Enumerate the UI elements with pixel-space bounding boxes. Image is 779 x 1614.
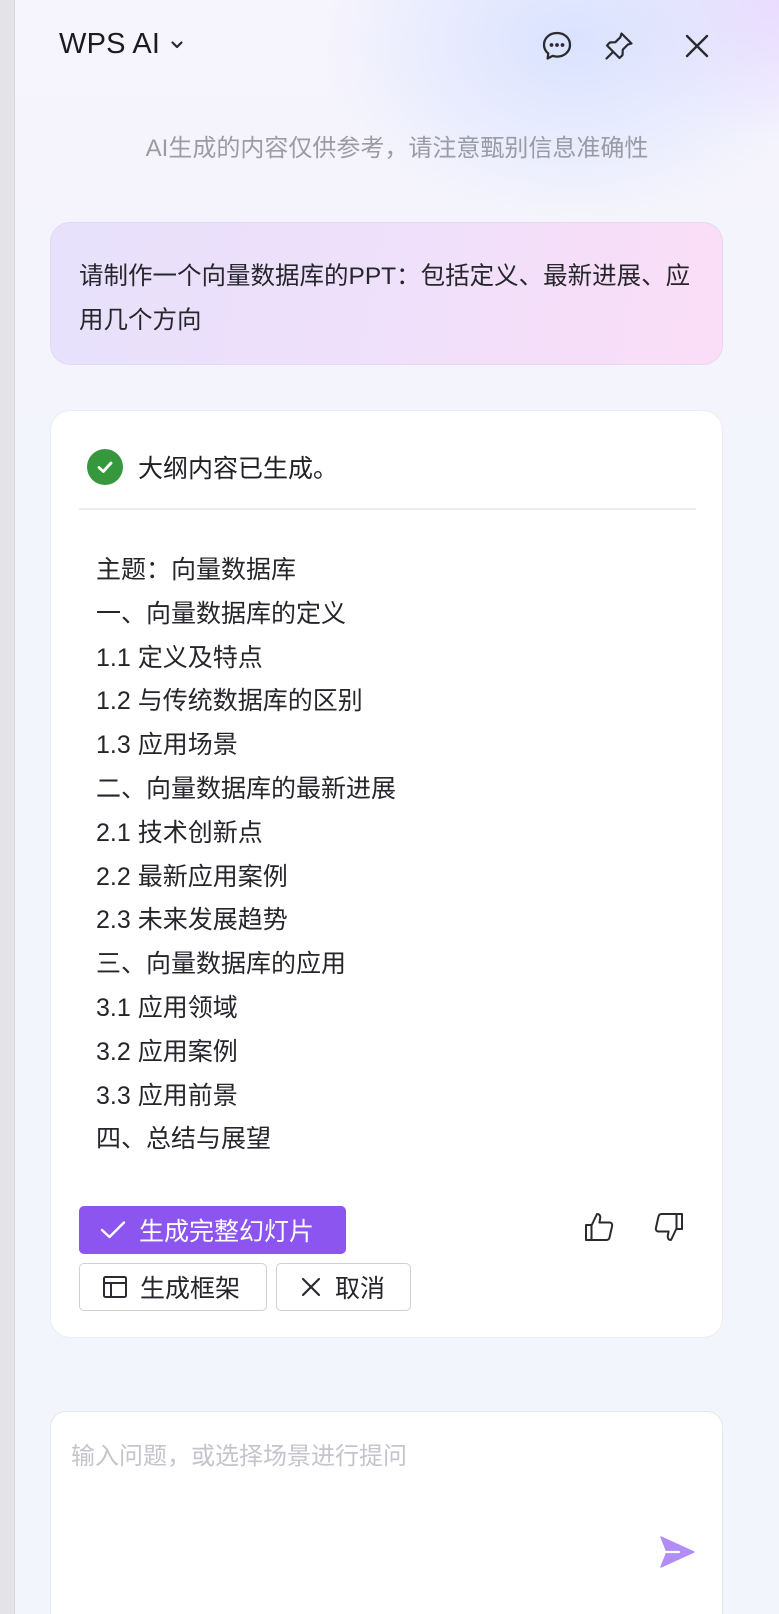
outline-item: 一、向量数据库的定义 <box>96 599 347 628</box>
generate-full-slides-button[interactable]: 生成完整幻灯片 <box>79 1206 346 1254</box>
outline-list: 主题：向量数据库 一、向量数据库的定义 1.1 定义及特点 1.2 与传统数据库… <box>96 549 396 1162</box>
thumbs-up-icon <box>582 1210 616 1249</box>
chevron-down-icon <box>170 38 184 52</box>
user-prompt-bubble: 请制作一个向量数据库的PPT：包括定义、最新进展、应用几个方向 <box>50 222 723 365</box>
generate-full-slides-label: 生成完整幻灯片 <box>139 1218 315 1246</box>
pin-button[interactable] <box>601 28 637 64</box>
outline-item: 2.1 技术创新点 <box>96 818 263 847</box>
layout-frame-icon <box>102 1275 128 1299</box>
generate-frame-label: 生成框架 <box>140 1275 241 1303</box>
app-title: WPS AI <box>59 28 161 60</box>
divider <box>79 508 696 510</box>
question-input[interactable] <box>69 1434 693 1558</box>
close-icon <box>299 1275 323 1299</box>
outline-item: 3.1 应用领域 <box>96 993 238 1022</box>
check-circle-icon <box>87 449 123 485</box>
chat-history-button[interactable] <box>539 28 575 64</box>
send-arrow-icon <box>657 1532 697 1577</box>
cancel-label: 取消 <box>335 1275 386 1303</box>
outline-item: 1.2 与传统数据库的区别 <box>96 687 363 716</box>
outline-item: 2.2 最新应用案例 <box>96 862 288 891</box>
thumbs-up-button[interactable] <box>579 1209 619 1249</box>
outline-response-card: 大纲内容已生成。 主题：向量数据库 一、向量数据库的定义 1.1 定义及特点 1… <box>50 410 723 1338</box>
close-button[interactable] <box>679 28 715 64</box>
outline-item: 二、向量数据库的最新进展 <box>96 774 397 803</box>
status-text: 大纲内容已生成。 <box>138 455 339 483</box>
cancel-button[interactable]: 取消 <box>276 1263 411 1311</box>
disclaimer-text: AI生成的内容仅供参考，请注意甄别信息准确性 <box>145 135 649 162</box>
user-prompt-text: 请制作一个向量数据库的PPT：包括定义、最新进展、应用几个方向 <box>79 263 691 334</box>
close-icon <box>682 31 712 61</box>
checkmark-icon <box>99 1219 127 1241</box>
chat-bubble-icon <box>540 29 574 63</box>
question-input-box <box>50 1411 723 1614</box>
outline-item: 主题：向量数据库 <box>96 556 297 584</box>
outline-item: 四、总结与展望 <box>96 1125 272 1154</box>
editor-edge-strip <box>0 0 15 1614</box>
thumbs-down-button[interactable] <box>649 1209 689 1249</box>
wps-ai-panel: WPS AI AI生成的内容仅供参考，请注意甄别信息准确性 请制作一个向量数据库… <box>15 0 779 1614</box>
generation-status: 大纲内容已生成。 <box>87 449 338 485</box>
send-button[interactable] <box>655 1532 699 1576</box>
outline-item: 三、向量数据库的应用 <box>96 950 347 979</box>
outline-item: 3.3 应用前景 <box>96 1081 238 1110</box>
panel-header: WPS AI <box>15 0 779 95</box>
outline-item: 3.2 应用案例 <box>96 1037 238 1066</box>
thumbs-down-icon <box>652 1210 686 1249</box>
generate-frame-button[interactable]: 生成框架 <box>79 1263 267 1311</box>
outline-item: 2.3 未来发展趋势 <box>96 906 288 935</box>
outline-item: 1.1 定义及特点 <box>96 643 263 672</box>
outline-item: 1.3 应用场景 <box>96 731 238 760</box>
app-title-dropdown[interactable]: WPS AI <box>59 28 184 61</box>
pin-icon <box>602 29 636 63</box>
